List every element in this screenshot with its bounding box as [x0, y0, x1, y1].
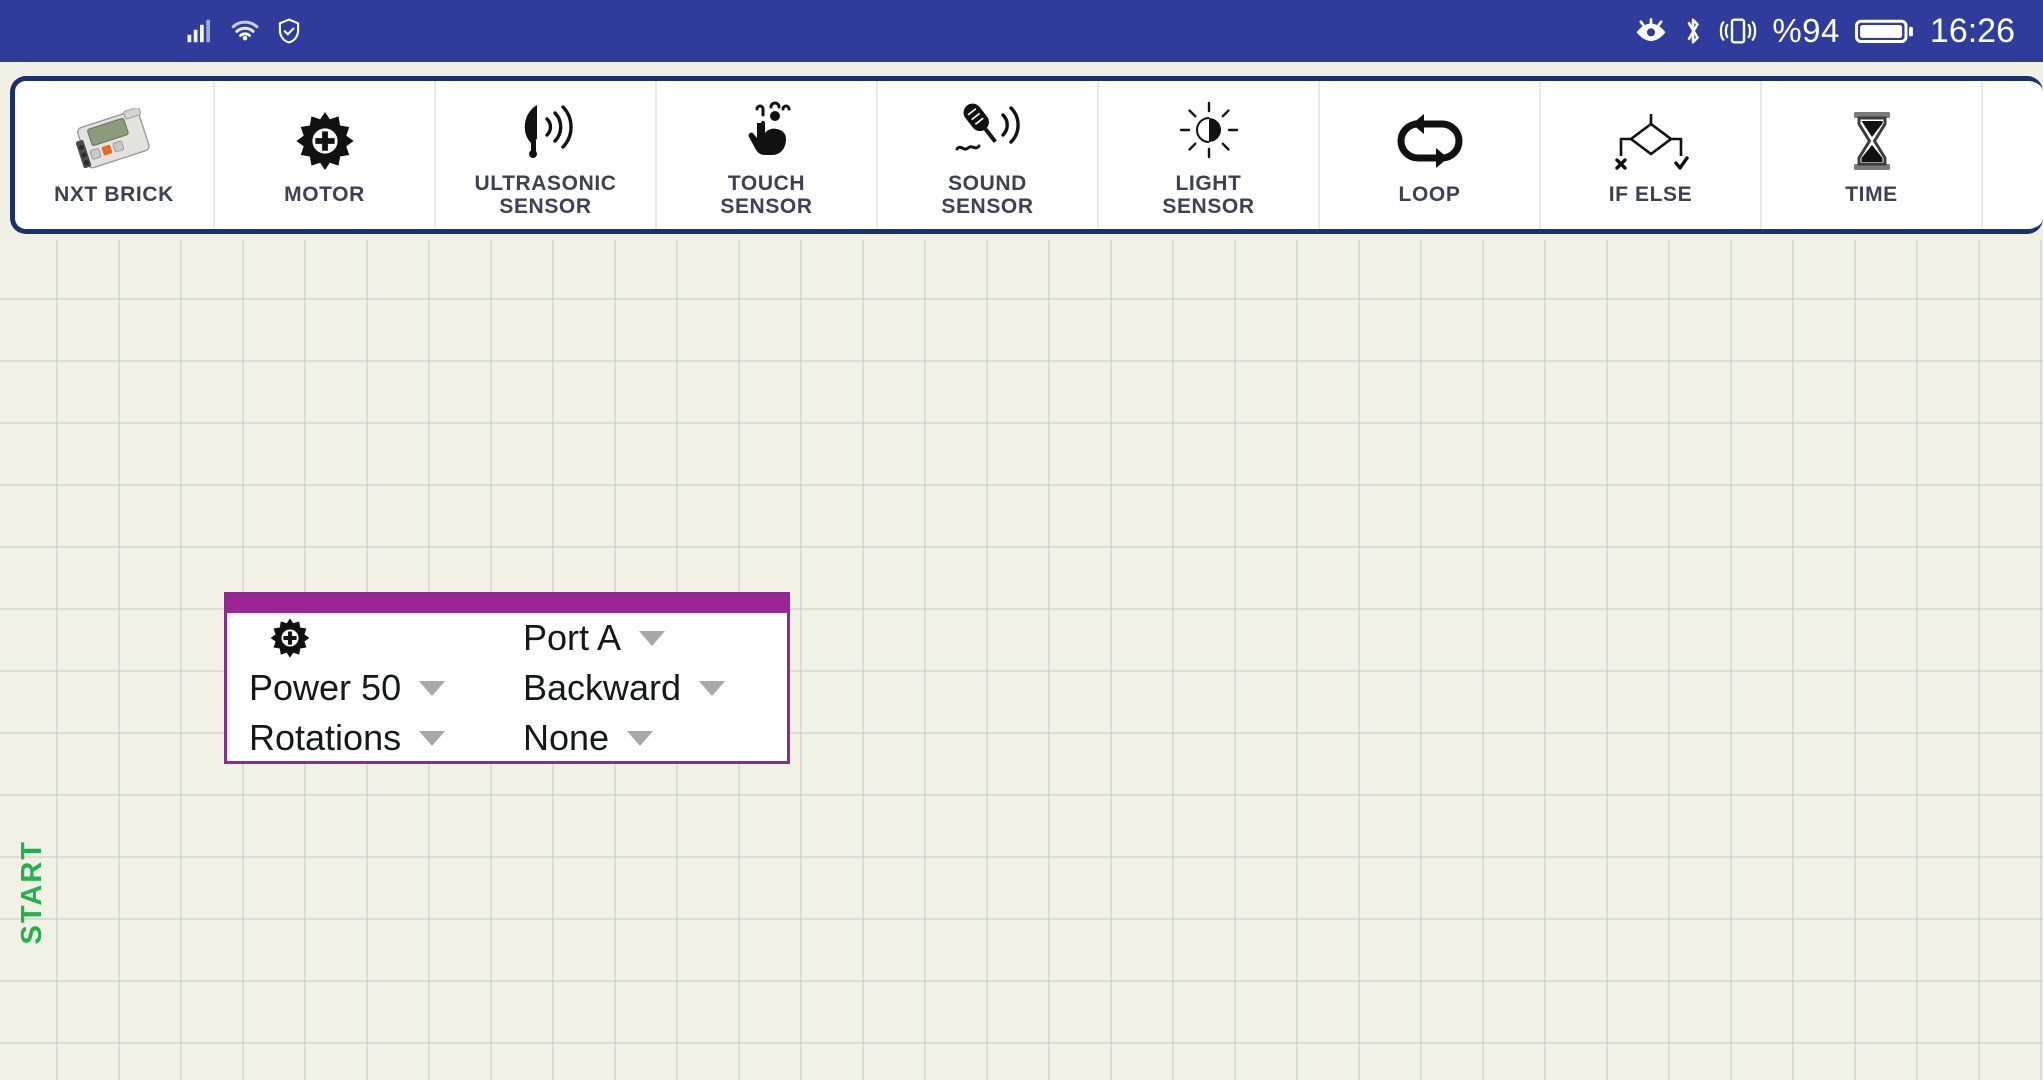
if-else-icon	[1541, 105, 1760, 177]
program-canvas[interactable]: START Port A Power 50 Backward Rotations…	[0, 240, 2043, 1080]
motor-power-dropdown[interactable]: Power 50	[227, 667, 517, 709]
clock-label: 16:26	[1929, 11, 2015, 50]
motor-row-power: Power 50 Backward	[227, 663, 787, 713]
motor-unit-value: Rotations	[249, 717, 402, 758]
hourglass-icon	[1762, 105, 1981, 177]
loop-icon	[1320, 105, 1539, 177]
chevron-down-icon	[627, 730, 654, 746]
nxt-brick-icon	[15, 105, 213, 177]
status-bar: %94 16:26	[0, 0, 2043, 62]
motor-block-body: Port A Power 50 Backward Rotations None	[227, 613, 787, 764]
motor-unit-dropdown[interactable]: Rotations	[227, 717, 517, 759]
chevron-down-icon	[419, 730, 446, 746]
toolbar-item-label: SOUND SENSOR	[941, 171, 1034, 218]
motor-power-value: Power 50	[249, 667, 402, 708]
toolbar-item-overflow[interactable]	[1983, 81, 2043, 229]
toolbar-item-sound-sensor[interactable]: SOUND SENSOR	[878, 81, 1099, 229]
shield-check-icon	[275, 16, 303, 46]
gear-icon	[249, 617, 311, 659]
toolbar-item-label: LIGHT SENSOR	[1162, 171, 1255, 218]
toolbar-item-nxt-brick[interactable]: NXT BRICK	[15, 81, 215, 229]
motor-after-dropdown[interactable]: None	[517, 717, 787, 759]
toolbar-item-label: ULTRASONIC SENSOR	[474, 171, 617, 218]
toolbar-item-label: TIME	[1845, 183, 1898, 207]
motor-after-value: None	[523, 717, 610, 758]
toolbar-item-label: NXT BRICK	[54, 183, 174, 207]
toolbar-item-loop[interactable]: LOOP	[1320, 81, 1541, 229]
gear-icon	[215, 105, 434, 177]
motor-port-dropdown[interactable]: Port A	[517, 617, 787, 659]
light-sensor-icon	[1099, 94, 1318, 166]
wifi-icon	[229, 16, 261, 46]
vibrate-icon	[1718, 15, 1758, 47]
bluetooth-icon	[1682, 15, 1704, 47]
toolbar-item-label: IF ELSE	[1608, 183, 1693, 207]
toolbar-item-light-sensor[interactable]: LIGHT SENSOR	[1099, 81, 1320, 229]
chevron-down-icon	[419, 680, 446, 696]
status-bar-right-icons: %94 16:26	[1634, 12, 2015, 51]
chevron-down-icon	[699, 680, 726, 696]
motor-block-icon-slot	[227, 617, 517, 659]
microphone-icon	[878, 94, 1097, 166]
toolbar-item-touch-sensor[interactable]: TOUCH SENSOR	[657, 81, 878, 229]
chevron-down-icon	[639, 630, 666, 646]
toolbar-item-time[interactable]: TIME	[1762, 81, 1983, 229]
motor-block-header	[227, 595, 787, 613]
toolbar-item-ultrasonic-sensor[interactable]: ULTRASONIC SENSOR	[436, 81, 657, 229]
motor-block[interactable]: Port A Power 50 Backward Rotations None	[224, 592, 790, 764]
motor-row-unit: Rotations None	[227, 713, 787, 763]
motor-port-value: Port A	[523, 617, 622, 658]
palette-toolbar: NXT BRICK MOTOR ULTRASONIC SENSOR TOUCH …	[10, 76, 2043, 234]
motor-direction-dropdown[interactable]: Backward	[517, 667, 787, 709]
motor-direction-value: Backward	[523, 667, 682, 708]
touch-sensor-icon	[657, 94, 876, 166]
toolbar-item-label: LOOP	[1398, 183, 1461, 207]
eye-care-icon	[1634, 16, 1668, 46]
motor-row-port: Port A	[227, 613, 787, 663]
start-label: START	[16, 840, 48, 945]
toolbar-item-label: MOTOR	[284, 183, 365, 207]
battery-icon	[1854, 16, 1916, 46]
toolbar-item-motor[interactable]: MOTOR	[215, 81, 436, 229]
status-bar-left-icons	[185, 16, 303, 46]
ultrasonic-sensor-icon	[436, 94, 655, 166]
toolbar-item-label: TOUCH SENSOR	[720, 171, 813, 218]
battery-percent-label: %94	[1772, 12, 1840, 49]
toolbar-item-if-else[interactable]: IF ELSE	[1541, 81, 1762, 229]
signal-icon	[185, 16, 215, 46]
